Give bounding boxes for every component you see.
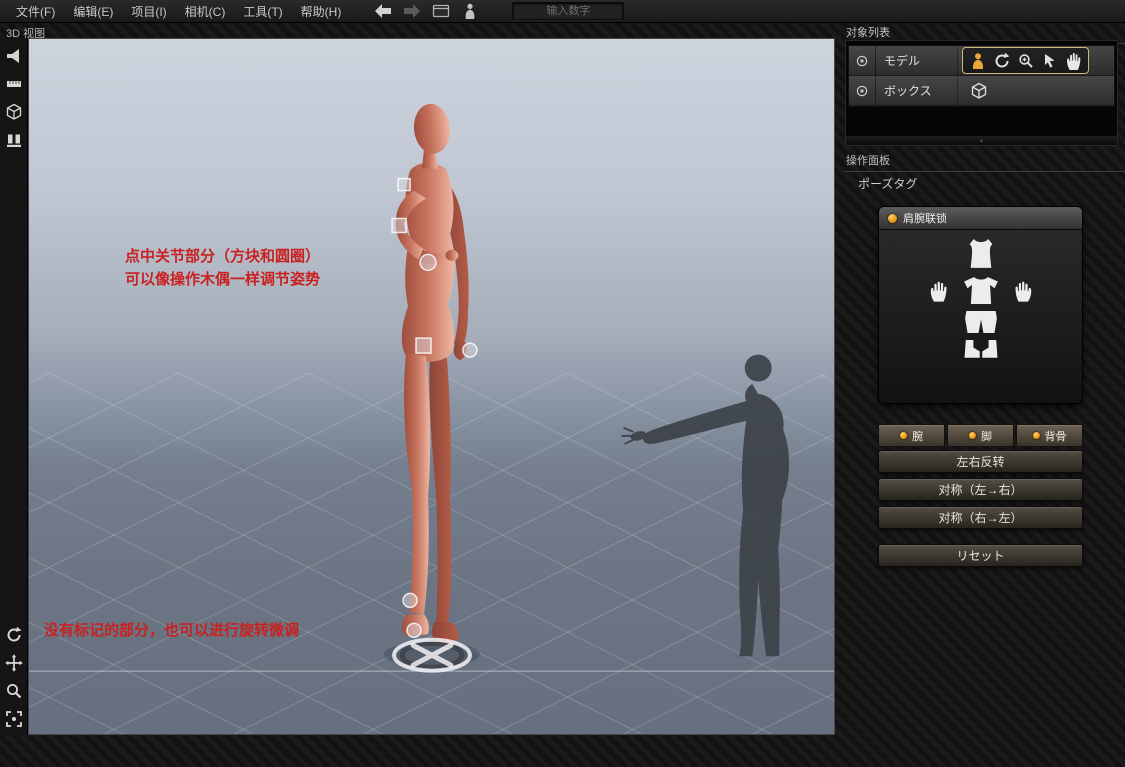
zoom-icon[interactable] (3, 680, 25, 702)
rotate-tool-icon[interactable] (990, 49, 1013, 72)
shoulder-link-label: 肩腕联锁 (903, 210, 947, 226)
hand-icon[interactable] (929, 279, 949, 303)
orange-dot-icon (1033, 432, 1040, 439)
viewport-3d[interactable]: 点中关节部分（方块和圆圈） 可以像操作木偶一样调节姿势 没有标记的部分，也可以进… (28, 38, 835, 735)
joint-marker-square[interactable] (416, 338, 431, 353)
visibility-icon[interactable] (849, 46, 876, 75)
mannequin-far-leg (429, 356, 451, 624)
visibility-icon[interactable] (849, 76, 876, 105)
move-tool-icon[interactable] (1038, 49, 1061, 72)
object-label-box: ボックス (876, 76, 958, 105)
joint-marker-circle[interactable] (420, 254, 436, 270)
symmetry-right-to-left-button[interactable]: 对称（右→左） (878, 506, 1083, 529)
application-window: 文件(F) 编辑(E) 项目(I) 相机(C) 工具(T) 帮助(H) 3D 视… (0, 0, 1125, 767)
part-button-arm-label: 腕 (912, 428, 923, 444)
model-icon[interactable] (966, 49, 989, 72)
menu-project[interactable]: 项目(I) (131, 3, 166, 20)
part-button-leg[interactable]: 脚 (947, 424, 1014, 447)
joint-marker-circle[interactable] (463, 343, 477, 357)
joint-marker-square[interactable] (398, 179, 410, 191)
annotation-line-1: 点中关节部分（方块和圆圈） (125, 245, 320, 268)
pose-group-panel: 肩腕联锁 (878, 206, 1083, 404)
object-list-rows: モデル (848, 45, 1115, 107)
zoom-tool-icon[interactable] (1014, 49, 1037, 72)
vest-icon[interactable] (967, 239, 995, 270)
object-label-model: モデル (876, 46, 958, 75)
rotate-icon[interactable] (3, 624, 25, 646)
mannequin-hand (445, 250, 458, 261)
joint-marker-circle[interactable] (407, 623, 421, 637)
shoulder-link-toggle[interactable]: 肩腕联锁 (879, 207, 1082, 230)
orange-dot-icon (900, 432, 907, 439)
orange-dot-icon (888, 214, 897, 223)
reset-button[interactable]: リセット (878, 544, 1083, 567)
doll-icon[interactable] (460, 3, 480, 19)
columns-icon[interactable] (3, 129, 25, 151)
symmetry-left-to-right-button[interactable]: 对称（左→右） (878, 478, 1083, 501)
menu-edit[interactable]: 编辑(E) (73, 3, 113, 20)
ruler-icon[interactable] (3, 73, 25, 95)
joint-marker-square[interactable] (392, 218, 406, 232)
camera-frame-icon[interactable] (3, 708, 25, 730)
back-icon[interactable] (373, 3, 393, 19)
menubar-icon-group (373, 3, 480, 19)
window-icon[interactable] (431, 3, 451, 19)
annotation-line-3: 没有标记的部分，也可以进行旋转微调 (44, 619, 299, 642)
tshirt-icon[interactable] (964, 277, 998, 304)
menu-camera[interactable]: 相机(C) (185, 3, 226, 20)
operation-panel-header: 操作面板 (845, 150, 1125, 172)
part-button-spine-label: 背骨 (1045, 428, 1067, 444)
annotation-joints: 点中关节部分（方块和圆圈） 可以像操作木偶一样调节姿势 (125, 245, 320, 291)
cube-icon[interactable] (3, 101, 25, 123)
box-tools (958, 76, 1114, 105)
part-button-leg-label: 脚 (981, 428, 992, 444)
part-button-arm[interactable]: 腕 (878, 424, 945, 447)
shorts-icon[interactable] (965, 311, 997, 333)
mannequin-head (412, 102, 453, 155)
object-row-model[interactable]: モデル (849, 46, 1114, 76)
boots-icon[interactable] (962, 340, 1000, 359)
annotation-rotation: 没有标记的部分，也可以进行旋转微调 (44, 619, 299, 642)
box-icon[interactable] (967, 79, 990, 102)
model-tools (958, 46, 1114, 75)
tool-selection-box (962, 47, 1089, 74)
pose-body (879, 230, 1082, 359)
menu-help[interactable]: 帮助(H) (301, 3, 342, 20)
hand-tool-icon[interactable] (1062, 49, 1085, 72)
object-row-box[interactable]: ボックス (849, 76, 1114, 106)
joint-marker-circle[interactable] (403, 593, 417, 607)
move-icon[interactable] (3, 652, 25, 674)
object-list: モデル (845, 40, 1118, 146)
orange-dot-icon (969, 432, 976, 439)
menu-file[interactable]: 文件(F) (16, 3, 55, 20)
silhouette-figure[interactable] (622, 355, 790, 657)
forward-icon[interactable] (402, 3, 422, 19)
left-toolbar (0, 38, 28, 735)
scroll-notch-icon[interactable]: ▲ (846, 136, 1117, 145)
annotation-line-2: 可以像操作木偶一样调节姿势 (125, 268, 320, 291)
mannequin-near-leg (404, 353, 430, 614)
horn-icon[interactable] (3, 45, 25, 67)
flip-button[interactable]: 左右反转 (878, 450, 1083, 473)
hand-icon[interactable] (1013, 279, 1033, 303)
part-button-row: 腕 脚 背骨 (878, 424, 1083, 447)
part-button-spine[interactable]: 背骨 (1016, 424, 1083, 447)
number-input[interactable] (512, 2, 624, 20)
menu-tools[interactable]: 工具(T) (243, 3, 282, 20)
pose-tag-label: ポーズタグ (858, 175, 917, 192)
pose-row-upper (929, 277, 1033, 304)
menubar: 文件(F) 编辑(E) 项目(I) 相机(C) 工具(T) 帮助(H) (0, 0, 1125, 23)
